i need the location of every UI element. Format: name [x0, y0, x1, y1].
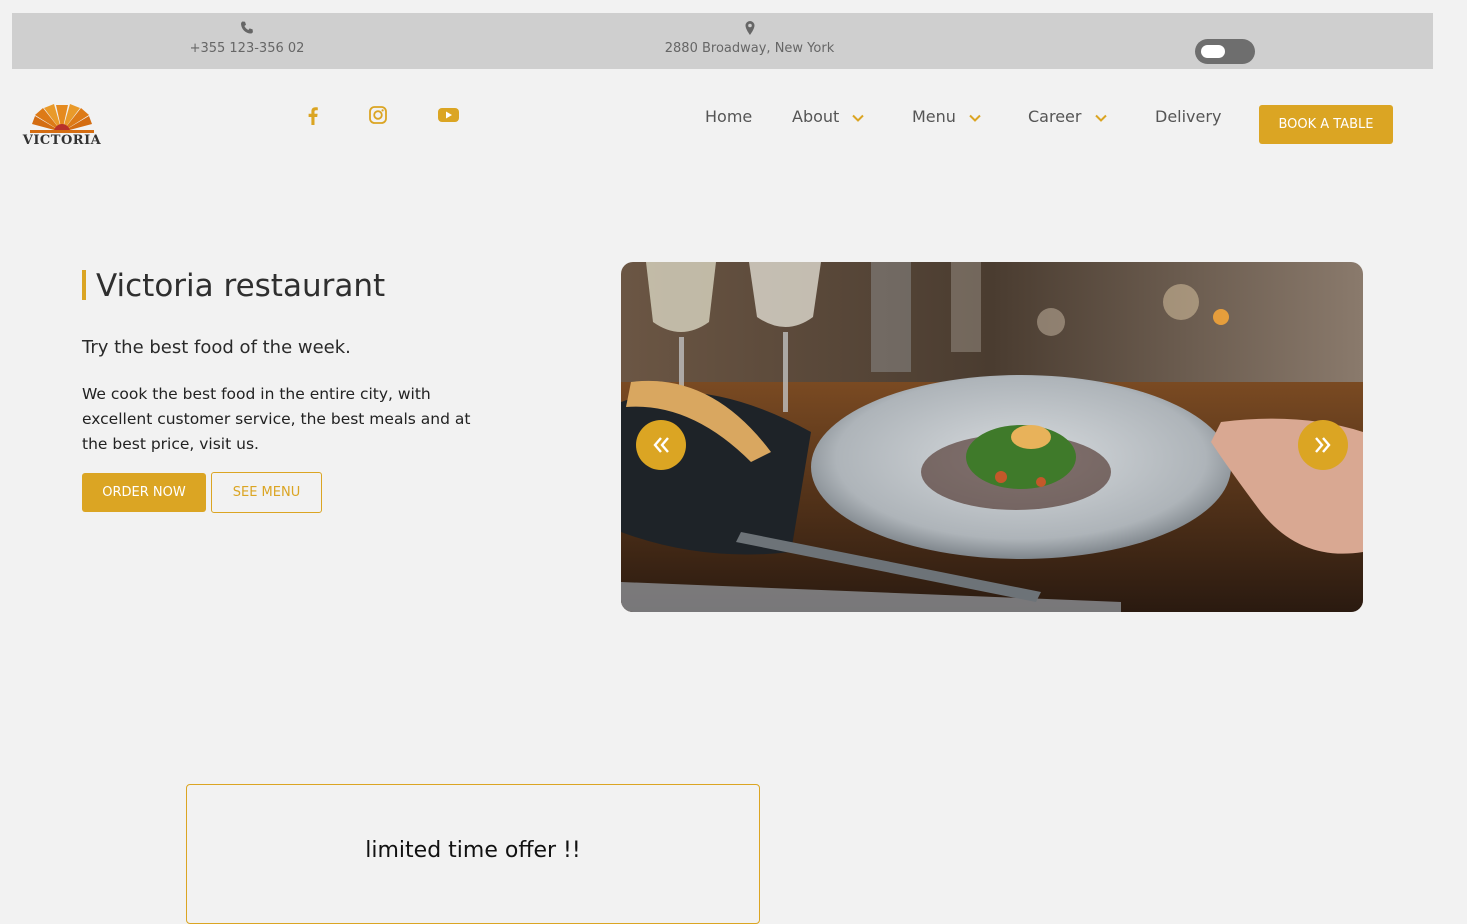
- restaurant-dish-photo: [621, 262, 1363, 612]
- hero-title-text: Victoria restaurant: [96, 268, 386, 304]
- nav-career[interactable]: Career: [1028, 107, 1107, 126]
- carousel-next-button[interactable]: [1298, 420, 1348, 470]
- youtube-icon[interactable]: [437, 104, 459, 126]
- title-accent-bar: [82, 270, 86, 300]
- nav-label: Career: [1028, 107, 1082, 126]
- address-text: 2880 Broadway, New York: [664, 41, 835, 56]
- hero-carousel[interactable]: [621, 262, 1363, 612]
- toggle-knob: [1201, 45, 1225, 58]
- nav-label: About: [792, 107, 840, 126]
- nav-label: Home: [705, 107, 753, 126]
- double-chevron-right-icon: [1315, 437, 1331, 453]
- chevron-down-icon: [1094, 114, 1107, 122]
- nav-menu[interactable]: Menu: [912, 107, 981, 126]
- instagram-icon[interactable]: [367, 104, 389, 126]
- nav-label: Delivery: [1155, 107, 1222, 126]
- book-table-button[interactable]: BOOK A TABLE: [1259, 105, 1393, 144]
- chevron-down-icon: [852, 114, 865, 122]
- order-now-button[interactable]: ORDER NOW: [82, 473, 206, 512]
- theme-toggle[interactable]: [1195, 39, 1255, 64]
- hero-title: Victoria restaurant: [82, 268, 385, 304]
- offer-title: limited time offer !!: [365, 838, 581, 863]
- phone-number: +355 123-356 02: [189, 41, 305, 56]
- contact-phone[interactable]: +355 123-356 02: [180, 13, 314, 56]
- contact-address[interactable]: 2880 Broadway, New York: [652, 13, 847, 56]
- double-chevron-left-icon: [653, 437, 669, 453]
- chevron-down-icon: [969, 114, 981, 122]
- facebook-icon[interactable]: [302, 104, 324, 126]
- nav-label: Menu: [912, 107, 956, 126]
- limited-offer-card: limited time offer !!: [186, 784, 760, 924]
- see-menu-button[interactable]: SEE MENU: [211, 472, 322, 513]
- hero-description: We cook the best food in the entire city…: [82, 385, 471, 453]
- nav-about[interactable]: About: [792, 107, 865, 126]
- hero-subtitle: Try the best food of the week.: [82, 337, 351, 358]
- sunburst-logo-icon: [30, 104, 94, 133]
- phone-icon: [241, 21, 253, 34]
- carousel-prev-button[interactable]: [636, 420, 686, 470]
- top-info-bar: +355 123-356 02 2880 Broadway, New York: [12, 13, 1433, 69]
- map-pin-icon: [745, 21, 754, 35]
- site-logo[interactable]: VICTORIA: [16, 102, 108, 148]
- nav-home[interactable]: Home: [705, 107, 752, 126]
- nav-delivery[interactable]: Delivery: [1155, 107, 1221, 126]
- logo-wordmark: VICTORIA: [22, 133, 102, 148]
